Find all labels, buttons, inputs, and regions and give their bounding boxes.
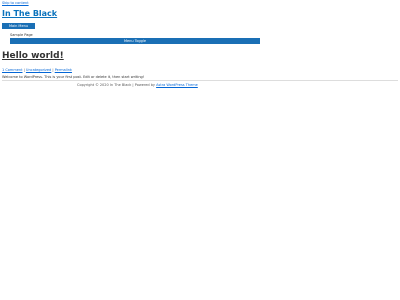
theme-link[interactable]: Astra WordPress Theme: [156, 83, 198, 87]
permalink-link[interactable]: Permalink: [55, 68, 72, 72]
site-title: In The Black: [2, 9, 57, 18]
footer-copyright: Copyright © 2020 In The Black | Powered …: [77, 83, 198, 87]
post-meta: 1 Comment | Uncategorized | Permalink: [2, 68, 72, 72]
post-title: Hello world!: [2, 51, 64, 61]
menu-toggle-button[interactable]: Menu Toggle: [10, 38, 260, 44]
skip-to-content-link[interactable]: Skip to content: [2, 1, 29, 5]
site-title-link[interactable]: In The Black: [2, 9, 57, 18]
nav-item-sample-page[interactable]: Sample Page: [10, 33, 33, 37]
post-title-link[interactable]: Hello world!: [2, 51, 64, 61]
footer-divider: [2, 80, 398, 81]
copyright-text: Copyright © 2020 In The Black | Powered …: [77, 83, 157, 87]
main-menu-button[interactable]: Main Menu: [2, 23, 35, 29]
comments-link[interactable]: 1 Comment: [2, 68, 23, 72]
post-content: Welcome to WordPress. This is your first…: [2, 75, 145, 79]
category-link[interactable]: Uncategorized: [26, 68, 51, 72]
